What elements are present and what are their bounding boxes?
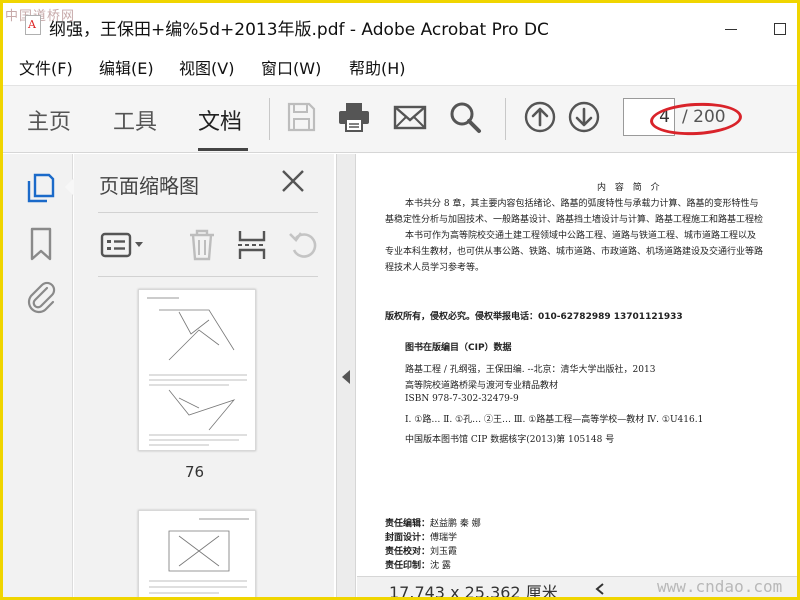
tab-tools[interactable]: 工具 xyxy=(113,104,157,136)
doc-paragraph-line: 基稳定性分析与加固技术、一般路基设计、路基挡土墙设计与计算、路基工程施工和路基工… xyxy=(385,215,764,225)
panel-title: 页面缩略图 xyxy=(99,174,199,198)
menu-file[interactable]: 文件(F) xyxy=(19,55,73,79)
menu-view[interactable]: 视图(V) xyxy=(179,55,234,79)
doc-classification: Ⅰ. ①路… Ⅱ. ①孔… ②王… Ⅲ. ①路基工程—高等学校—教材 Ⅳ. ①U… xyxy=(405,415,704,425)
attachments-icon[interactable] xyxy=(23,278,59,314)
search-icon[interactable] xyxy=(448,100,482,134)
credit-name: 刘玉霞 xyxy=(430,547,458,557)
page-thumbnail-content xyxy=(147,297,247,446)
doc-heading: 内 容 简 介 xyxy=(597,183,663,193)
doc-cip-line: 路基工程 / 孔纲强，王保田编. --北京：清华大学出版社，2013 xyxy=(405,365,656,375)
print-icon[interactable] xyxy=(337,100,371,134)
app-window: 中国道桥网 纲强，王保田+编%5d+2013年版.pdf - Adobe Acr… xyxy=(0,0,800,600)
credit-name: 沈 露 xyxy=(430,561,451,571)
active-tab-indicator xyxy=(198,148,248,151)
menu-bar: 文件(F) 编辑(E) 视图(V) 窗口(W) 帮助(H) xyxy=(3,49,797,83)
toolbar-separator xyxy=(505,98,506,140)
chevron-left-icon[interactable] xyxy=(593,582,607,596)
doc-cip-title: 图书在版编目（CIP）数据 xyxy=(405,343,512,353)
menu-help[interactable]: 帮助(H) xyxy=(349,55,406,79)
thumbnail-page-number: 76 xyxy=(185,463,205,481)
extract-icon[interactable] xyxy=(235,228,269,262)
tab-document[interactable]: 文档 xyxy=(198,104,242,136)
panel-divider xyxy=(98,212,318,213)
title-bar: 中国道桥网 纲强，王保田+编%5d+2013年版.pdf - Adobe Acr… xyxy=(3,3,797,43)
toolbar-separator xyxy=(269,98,270,140)
bookmarks-icon[interactable] xyxy=(23,226,59,262)
doc-credit-line: 封面设计：傅瑞学 xyxy=(385,530,457,543)
email-icon[interactable] xyxy=(393,100,427,134)
credit-role: 责任校对： xyxy=(385,547,431,557)
credit-name: 傅瑞学 xyxy=(430,533,458,543)
doc-credit-line: 责任校对：刘玉霞 xyxy=(385,544,457,557)
status-bar: 17.743 x 25.362 厘米 www.cndao.com xyxy=(357,576,797,600)
close-icon[interactable] xyxy=(280,168,306,194)
navigation-rail xyxy=(3,154,74,597)
collapse-panel-icon[interactable] xyxy=(342,370,350,384)
doc-paragraph-line: 专业本科生教材，也可供从事公路、铁路、城市道路、市政道路、机场道路建设及交通行业… xyxy=(385,247,764,257)
document-page: 内 容 简 介 本书共分 8 章，其主要内容包括绪论、路基的弧度特性与承载力计算… xyxy=(357,154,797,576)
save-icon[interactable] xyxy=(284,100,318,134)
credit-role: 封面设计： xyxy=(385,533,431,543)
active-rail-pointer xyxy=(65,178,74,196)
credit-role: 责任编辑： xyxy=(385,519,431,529)
menu-window[interactable]: 窗口(W) xyxy=(261,55,321,79)
pdf-file-icon xyxy=(25,15,41,35)
doc-credit-line: 责任编辑：赵益鹏 秦 娜 xyxy=(385,516,481,529)
next-page-icon[interactable] xyxy=(567,100,601,134)
thumbnail-options-icon[interactable] xyxy=(100,228,146,262)
delete-icon[interactable] xyxy=(185,228,219,262)
page-thumbnails-icon[interactable] xyxy=(23,170,59,206)
panel-splitter[interactable] xyxy=(336,154,356,597)
watermark-bottom-right: www.cndao.com xyxy=(657,577,783,596)
page-size-readout: 17.743 x 25.362 厘米 xyxy=(389,583,558,600)
credit-role: 责任印制： xyxy=(385,561,431,571)
credit-name: 赵益鹏 秦 娜 xyxy=(430,519,481,529)
doc-paragraph-line: 程技术人员学习参考等。 xyxy=(385,263,485,273)
doc-copyright: 版权所有，侵权必究。侵权举报电话：010-62782989 1370112193… xyxy=(385,312,683,322)
doc-paragraph-line: 本书共分 8 章，其主要内容包括绪论、路基的弧度特性与承载力计算、路基的变形特性… xyxy=(405,199,759,209)
page-thumbnail[interactable] xyxy=(138,289,256,451)
doc-cip-line: ISBN 978-7-302-32479-9 xyxy=(405,394,519,404)
page-thumbnail-content xyxy=(149,518,249,594)
doc-cip-line: 高等院校道路桥梁与渡河专业精品教材 xyxy=(405,381,559,391)
panel-divider xyxy=(98,276,318,277)
doc-cip-number: 中国版本图书馆 CIP 数据核字(2013)第 105148 号 xyxy=(405,435,615,445)
undo-icon[interactable] xyxy=(287,228,321,262)
doc-credit-line: 责任印制：沈 露 xyxy=(385,558,451,571)
tab-home[interactable]: 主页 xyxy=(27,104,71,136)
page-thumbnail[interactable] xyxy=(138,510,256,597)
menu-edit[interactable]: 编辑(E) xyxy=(99,55,154,79)
maximize-button[interactable] xyxy=(774,23,786,35)
thumbnail-panel: 页面缩略图 76 xyxy=(74,154,399,597)
minimize-button[interactable] xyxy=(725,29,737,30)
previous-page-icon[interactable] xyxy=(523,100,557,134)
window-title: 纲强，王保田+编%5d+2013年版.pdf - Adobe Acrobat P… xyxy=(49,20,549,40)
doc-paragraph-line: 本书可作为高等院校交通土建工程领域中公路工程、道路与铁道工程、城市道路工程以及 xyxy=(405,231,757,241)
